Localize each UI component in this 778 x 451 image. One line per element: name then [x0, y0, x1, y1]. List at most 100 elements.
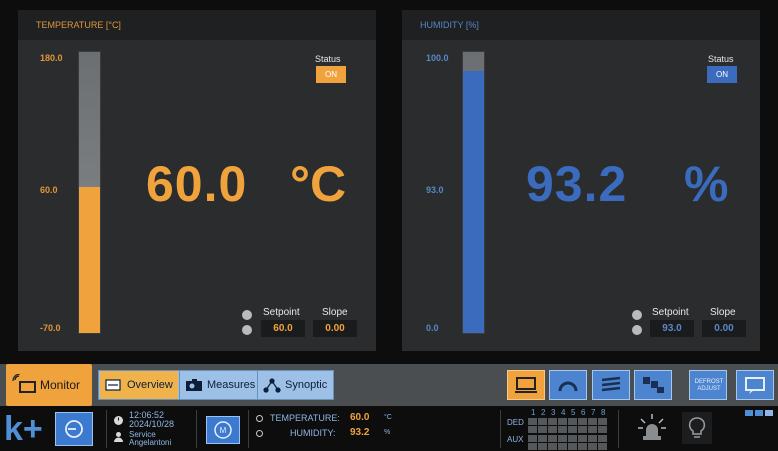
tab-overview[interactable]: Overview — [100, 371, 178, 399]
channel-cell — [528, 443, 537, 450]
temperature-scale-mid: 60.0 — [40, 185, 58, 195]
channel-cell — [558, 443, 567, 450]
channel-cell — [548, 443, 557, 450]
slope-indicator-dot — [632, 325, 642, 335]
user-icon — [114, 432, 123, 442]
temperature-readout-unit: °C — [384, 414, 392, 421]
temperature-setpoint-field[interactable]: 60.0 — [261, 320, 305, 337]
logout-icon — [65, 420, 83, 438]
temperature-setpoint-label: Setpoint — [263, 307, 300, 318]
channel-number: 4 — [561, 408, 566, 417]
humidity-readout-value: 93.2 — [350, 427, 370, 438]
temperature-level-bar — [78, 51, 101, 334]
ded-label: DED — [507, 418, 524, 427]
monitor-view-button[interactable] — [507, 370, 545, 400]
humidity-scale-max: 100.0 — [426, 53, 449, 63]
manual-mode-letter: M — [220, 426, 227, 435]
manual-mode-button[interactable]: M — [206, 416, 240, 444]
channel-cell — [588, 443, 597, 450]
layers-button[interactable] — [592, 370, 630, 400]
channel-cell — [578, 443, 587, 450]
temperature-scale-min: -70.0 — [40, 323, 61, 333]
clock-icon — [114, 416, 123, 425]
logout-button[interactable] — [55, 412, 93, 446]
tab-synoptic[interactable]: Synoptic — [257, 371, 333, 399]
defrost-adjust-button[interactable]: DEFROST ADJUST — [689, 370, 727, 400]
temperature-scale-max: 180.0 — [40, 53, 63, 63]
humidity-value: 93.2 — [526, 156, 628, 212]
kplus-logo: k+ — [4, 410, 43, 448]
humidity-status-badge[interactable]: ON — [707, 66, 737, 83]
manual-mode-icon: M — [214, 421, 232, 439]
overview-icon — [105, 379, 121, 391]
separator — [618, 410, 619, 448]
channel-cell — [528, 418, 537, 425]
temperature-slope-label: Slope — [322, 307, 348, 318]
user-name: Angelantoni — [129, 438, 172, 447]
channel-number: 2 — [541, 408, 546, 417]
channel-cell — [568, 426, 577, 433]
layers-icon — [601, 376, 621, 392]
monitor-tab[interactable]: Monitor — [6, 364, 92, 406]
humidity-unit: % — [684, 156, 729, 212]
humidity-level-bar — [462, 51, 485, 334]
tab-measures-label: Measures — [207, 379, 256, 391]
gauge-button[interactable] — [549, 370, 587, 400]
channel-cell — [538, 418, 547, 425]
alarm-light-icon[interactable] — [636, 412, 668, 444]
channel-cell — [588, 435, 597, 442]
humidity-readout-label: HUMIDITY: — [290, 428, 336, 438]
humidity-slope-label: Slope — [710, 307, 736, 318]
lamp-button[interactable] — [682, 412, 712, 444]
tab-measures[interactable]: Measures — [179, 371, 257, 399]
slope-indicator-dot — [242, 325, 252, 335]
humidity-slope-field[interactable]: 0.00 — [702, 320, 746, 337]
temperature-status-badge[interactable]: ON — [316, 66, 346, 83]
channel-number: 3 — [551, 408, 556, 417]
temperature-slope-field[interactable]: 0.00 — [313, 320, 357, 337]
chat-button[interactable] — [736, 370, 774, 400]
channel-cell — [568, 443, 577, 450]
channel-number: 7 — [591, 408, 596, 417]
connection-indicator — [755, 410, 763, 416]
channel-cell — [578, 418, 587, 425]
channel-cell — [558, 435, 567, 442]
measures-icon — [186, 379, 202, 391]
temperature-level-fill — [79, 186, 100, 333]
humidity-setpoint-label: Setpoint — [652, 307, 689, 318]
connection-indicator — [745, 410, 753, 416]
temperature-panel-title: TEMPERATURE [°C] — [18, 10, 376, 40]
channel-cell — [538, 426, 547, 433]
temperature-value: 60.0 — [146, 156, 248, 212]
lightbulb-icon — [688, 417, 706, 438]
separator — [248, 410, 249, 448]
clock-date: 2024/10/28 — [129, 419, 175, 429]
channel-cell — [598, 435, 607, 442]
channel-cell — [598, 426, 607, 433]
channel-cell — [588, 418, 597, 425]
humidity-status-label: Status — [708, 54, 734, 64]
temperature-unit: °C — [290, 156, 347, 212]
temperature-indicator-ring — [256, 415, 263, 422]
network-button[interactable] — [634, 370, 672, 400]
monitor-icon — [515, 377, 537, 393]
channel-cell — [528, 435, 537, 442]
channel-number: 5 — [571, 408, 576, 417]
channel-cell — [548, 435, 557, 442]
channel-cell — [568, 435, 577, 442]
connection-indicator — [765, 410, 773, 416]
humidity-scale-mid: 93.0 — [426, 185, 444, 195]
tab-overview-label: Overview — [127, 379, 173, 391]
network-icon — [643, 377, 664, 393]
tab-synoptic-label: Synoptic — [285, 379, 328, 391]
gauge-icon — [558, 381, 578, 392]
separator — [106, 410, 107, 448]
setpoint-indicator-dot — [632, 310, 642, 320]
humidity-setpoint-field[interactable]: 93.0 — [650, 320, 694, 337]
monitor-icon — [12, 374, 36, 393]
humidity-panel: HUMIDITY [%] 100.0 93.0 0.0 93.2 % Statu… — [402, 10, 760, 351]
channel-cell — [548, 426, 557, 433]
channel-number: 1 — [531, 408, 536, 417]
humidity-readout-unit: % — [384, 429, 391, 436]
channel-number: 6 — [581, 408, 586, 417]
